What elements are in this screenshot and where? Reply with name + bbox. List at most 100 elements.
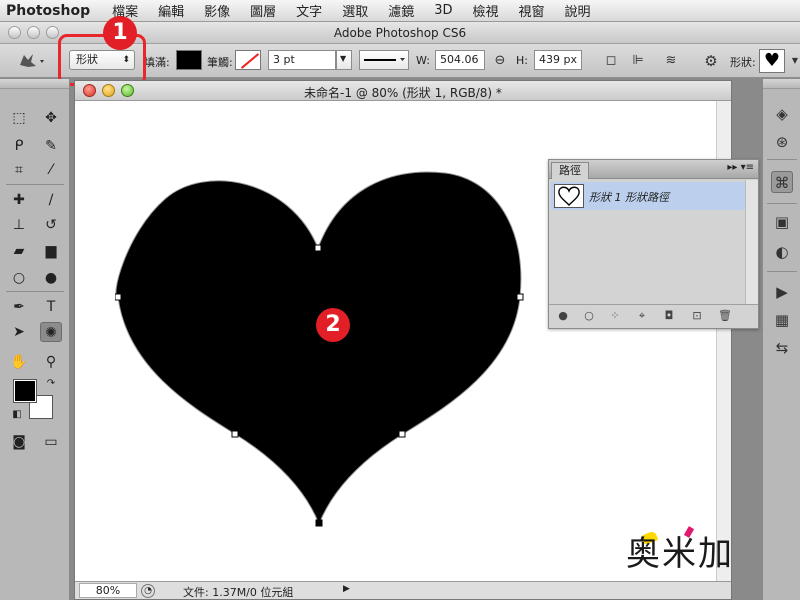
foreground-color[interactable] [13, 379, 37, 403]
actions-icon[interactable]: ▶ [771, 281, 793, 303]
pen-icon[interactable]: ✒ [8, 297, 30, 317]
menu-window[interactable]: 視窗 [519, 1, 545, 20]
height-label: H: [516, 54, 528, 67]
anchor-point[interactable] [315, 519, 323, 527]
chevron-down-icon[interactable]: ▼ [786, 52, 800, 70]
eraser-icon[interactable]: ▰ [8, 241, 30, 261]
menu-edit[interactable]: 編輯 [158, 1, 184, 20]
link-icon[interactable]: ⊖ [491, 52, 509, 70]
path-list-item[interactable]: 形狀 1 形狀路徑 [551, 182, 745, 210]
anchor-point[interactable] [115, 293, 122, 301]
stroke-width-field[interactable]: 3 pt [268, 50, 336, 70]
blur-icon[interactable]: ○ [8, 268, 30, 288]
stroke-line-icon [364, 58, 405, 61]
stroke-swatch[interactable] [235, 50, 261, 70]
stroke-type-dropdown[interactable] [359, 50, 409, 70]
paths-panel-header: 路徑 ▸▸ ▾≡ [549, 160, 758, 179]
anchor-point[interactable] [516, 293, 524, 301]
toolbox-grip[interactable] [0, 79, 69, 89]
crop-icon[interactable]: ⌗ [8, 160, 30, 180]
brush-icon[interactable]: ∕ [40, 190, 62, 210]
panel-menu-icon[interactable]: ▸▸ ▾≡ [727, 162, 754, 173]
width-label: W: [416, 54, 430, 67]
path-alignment-icon[interactable]: ⊫ [629, 52, 647, 70]
hand-icon[interactable]: ✋ [8, 352, 30, 372]
shape-label: 形狀: [730, 56, 756, 69]
delete-path-icon[interactable]: 🗑 [717, 309, 733, 323]
paths-panel-footer: ● ○ ⁘ ⌖ ◘ ⊡ 🗑 [549, 304, 758, 328]
menu-view[interactable]: 檢視 [473, 1, 499, 20]
custom-shape-icon [20, 54, 44, 67]
gear-icon[interactable]: ⚙ [702, 52, 720, 70]
dock-divider [767, 271, 797, 272]
paths-scrollbar[interactable] [745, 180, 758, 304]
menu-select[interactable]: 選取 [342, 1, 368, 20]
anchor-point[interactable] [398, 430, 406, 438]
add-mask-icon[interactable]: ◘ [661, 309, 677, 323]
type-icon[interactable]: T [40, 297, 62, 317]
tab-paths[interactable]: 路徑 [551, 162, 589, 179]
zoom-icon[interactable]: ⚲ [40, 352, 62, 372]
gradient-icon[interactable]: ▆ [40, 241, 62, 261]
path-label: 形狀 1 形狀路徑 [589, 191, 669, 204]
dock-divider [767, 159, 797, 160]
marquee-icon[interactable]: ⬚ [8, 108, 30, 128]
app-menu[interactable]: Photoshop [6, 3, 90, 19]
lasso-icon[interactable]: ᑭ [8, 136, 30, 156]
dock-grip[interactable] [763, 79, 800, 89]
menu-filter[interactable]: 濾鏡 [388, 1, 414, 20]
quick-mask-icon[interactable]: ◙ [8, 432, 30, 452]
eyedropper-icon[interactable]: ⁄ [40, 160, 62, 180]
3d-icon[interactable]: ▣ [771, 211, 793, 233]
swatches-icon[interactable]: ▦ [771, 309, 793, 331]
screen-mode-icon[interactable]: ▭ [40, 432, 62, 452]
anchor-point[interactable] [314, 244, 322, 252]
status-info-icon[interactable]: ◔ [141, 584, 155, 598]
default-colors-icon[interactable]: ◧ [6, 405, 28, 425]
paths-panel: 路徑 ▸▸ ▾≡ 形狀 1 形狀路徑 ● ○ ⁘ ⌖ ◘ ⊡ 🗑 [548, 159, 759, 329]
stroke-width-dropdown[interactable]: ▼ [336, 50, 352, 70]
stamp-icon[interactable]: ⊥ [8, 215, 30, 235]
load-selection-icon[interactable]: ⁘ [607, 309, 623, 323]
history-brush-icon[interactable]: ↺ [40, 215, 62, 235]
menu-3d[interactable]: 3D [434, 3, 452, 18]
callout-badge-2: 2 [316, 308, 350, 342]
dock-divider [767, 203, 797, 204]
paths-icon[interactable]: ⌘ [771, 171, 793, 193]
quick-select-icon[interactable]: ✎ [40, 136, 62, 156]
status-menu-icon[interactable]: ▶ [343, 584, 350, 594]
custom-shape-icon[interactable]: ✺ [40, 322, 62, 342]
heart-icon [558, 186, 580, 206]
path-operations-icon[interactable]: ◻ [602, 52, 620, 70]
heart-shape[interactable] [115, 169, 525, 529]
stroke-path-icon[interactable]: ○ [581, 309, 597, 323]
new-path-icon[interactable]: ⊡ [689, 309, 705, 323]
menu-layer[interactable]: 圖層 [250, 1, 276, 20]
fill-path-icon[interactable]: ● [555, 309, 571, 323]
menu-image[interactable]: 影像 [204, 1, 230, 20]
zoom-field[interactable]: 80% [79, 583, 137, 598]
menu-help[interactable]: 說明 [565, 1, 591, 20]
layers-icon[interactable]: ◈ [771, 103, 793, 125]
chevron-down-icon: ▼ [340, 54, 347, 63]
stroke-label: 筆觸: [207, 56, 233, 69]
panel-dock: ◈ ⊛ ⌘ ▣ ◐ ▶ ▦ ⇆ [762, 79, 800, 600]
toolbox-divider [6, 291, 64, 292]
anchor-point[interactable] [231, 430, 239, 438]
fill-swatch[interactable] [176, 50, 202, 70]
shape-picker[interactable]: ♥ [759, 49, 785, 73]
make-work-path-icon[interactable]: ⌖ [634, 309, 650, 323]
tool-preset-picker[interactable] [16, 51, 50, 71]
height-field[interactable]: 439 px [534, 50, 582, 70]
adjustments-icon[interactable]: ◐ [771, 241, 793, 263]
history-icon[interactable]: ⇆ [771, 337, 793, 359]
width-field[interactable]: 504.06 [435, 50, 485, 70]
dodge-icon[interactable]: ● [40, 268, 62, 288]
path-arrangement-icon[interactable]: ≋ [662, 52, 680, 70]
menu-type[interactable]: 文字 [296, 1, 322, 20]
channels-icon[interactable]: ⊛ [771, 131, 793, 153]
swap-colors-icon[interactable]: ↷ [40, 374, 62, 394]
path-select-icon[interactable]: ➤ [8, 322, 30, 342]
move-icon[interactable]: ✥ [40, 108, 62, 128]
healing-icon[interactable]: ✚ [8, 190, 30, 210]
